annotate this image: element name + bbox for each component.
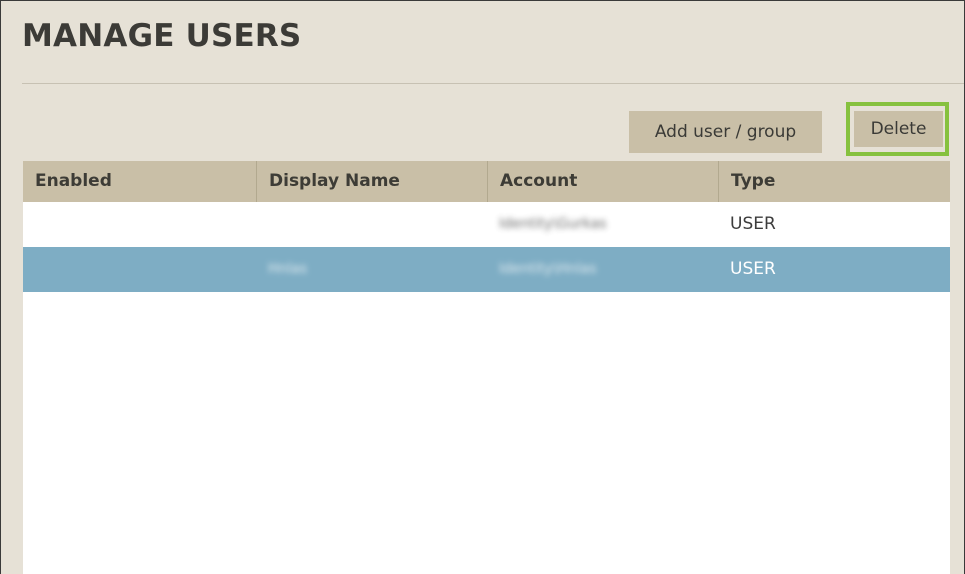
cell-account: Identity\Hnlas: [499, 261, 597, 277]
table-header: Enabled Display Name Account Type: [23, 161, 950, 202]
cell-display-name: [256, 202, 487, 247]
cell-enabled: [23, 247, 256, 292]
cell-account: Identity\Gurkas: [499, 216, 607, 232]
column-header-type[interactable]: Type: [718, 161, 950, 202]
cell-enabled: [23, 202, 256, 247]
manage-users-panel: MANAGE USERS Add user / group Delete Ena…: [0, 0, 965, 574]
column-header-account[interactable]: Account: [487, 161, 718, 202]
cell-type: USER: [730, 259, 776, 279]
cell-type: USER: [730, 214, 776, 234]
delete-button-highlight: Delete: [846, 102, 949, 156]
column-header-enabled[interactable]: Enabled: [23, 161, 256, 202]
users-table: Enabled Display Name Account Type Identi…: [23, 161, 950, 574]
add-user-group-button[interactable]: Add user / group: [629, 111, 822, 153]
title-divider: [22, 83, 964, 84]
column-header-display-name[interactable]: Display Name: [256, 161, 487, 202]
page-title: MANAGE USERS: [22, 18, 302, 54]
table-row[interactable]: Identity\Gurkas USER: [23, 202, 950, 247]
cell-display-name: Hnlas: [268, 261, 308, 277]
delete-button[interactable]: Delete: [854, 111, 943, 147]
table-row-selected[interactable]: Hnlas Identity\Hnlas USER: [23, 247, 950, 292]
